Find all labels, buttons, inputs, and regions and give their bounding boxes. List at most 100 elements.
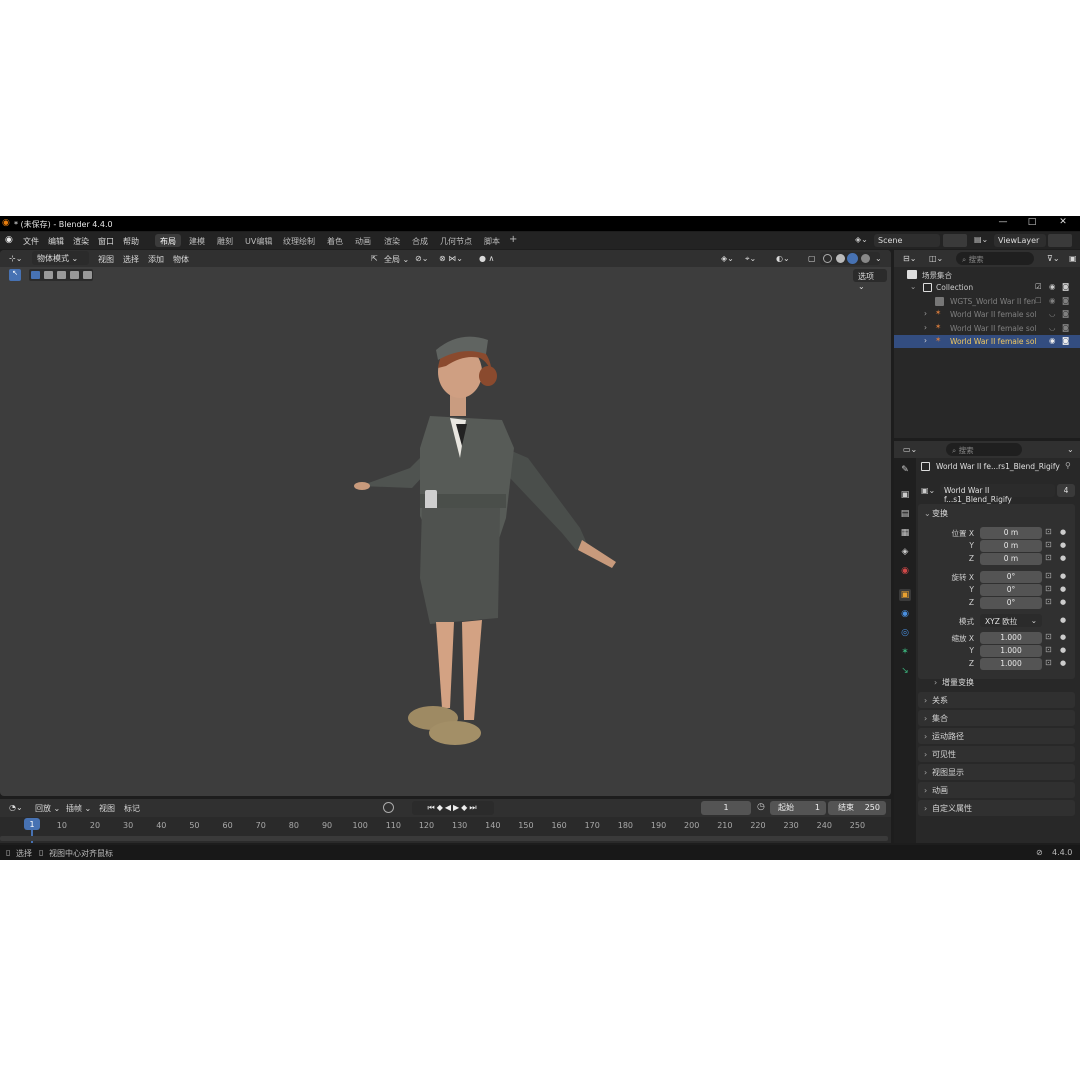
keyframe-dot-icon[interactable]: ●: [1060, 646, 1066, 654]
outliner-editor-icon[interactable]: ⊟⌄: [900, 252, 919, 265]
auto-keying-icon[interactable]: [383, 802, 394, 813]
properties-options-icon[interactable]: ⌄: [1064, 443, 1077, 456]
new-collection-icon[interactable]: ▣: [1066, 252, 1080, 265]
properties-editor[interactable]: ▭⌄ ⌕ 搜索 ⌄ ✎ ▣ ▤ ▦ ◈ ◉ ▣ ◉ ◎ ✶ ↘ World Wa…: [894, 441, 1080, 843]
panel-animation[interactable]: › 动画: [918, 782, 1075, 798]
snap-icon[interactable]: ⊗ ⋈⌄: [436, 252, 466, 265]
eye-icon[interactable]: ◉: [1049, 336, 1056, 345]
tab-rendering[interactable]: 渲染: [379, 234, 405, 247]
menu-timeline-view[interactable]: 视图: [96, 801, 118, 814]
panel-collections[interactable]: › 集合: [918, 710, 1075, 726]
location-y-field[interactable]: 0 m: [980, 540, 1042, 552]
menu-render[interactable]: 渲染: [73, 236, 89, 247]
tab-sculpting[interactable]: 雕刻: [212, 234, 238, 247]
object-browse-icon[interactable]: ▣⌄: [921, 486, 935, 495]
outliner-row-item[interactable]: › ✶ World War II female sol ◡ ◙: [894, 308, 1080, 321]
menu-view[interactable]: 视图: [95, 252, 117, 265]
outliner-row-collection[interactable]: ⌄ Collection ☑ ◉ ◙: [894, 281, 1080, 294]
panel-viewport-display[interactable]: › 视图显示: [918, 764, 1075, 780]
panel-custom-properties[interactable]: › 自定义属性: [918, 800, 1075, 816]
scene-field[interactable]: Scene: [874, 234, 940, 247]
tool-tab-icon[interactable]: ✎: [899, 464, 911, 476]
scale-x-field[interactable]: 1.000: [980, 632, 1042, 644]
options-dropdown[interactable]: 选项 ⌄: [853, 269, 887, 291]
timeline-editor[interactable]: ◔⌄ 回放 ⌄ 插帧 ⌄ 视图 标记 ⏮◆◀▶◆⏭ 1 ◷ 起始 1 结束 250 …: [0, 799, 891, 843]
rendered-shading-icon[interactable]: [861, 254, 870, 263]
start-frame-field[interactable]: 起始 1: [770, 801, 826, 815]
select-intersect-icon[interactable]: [83, 271, 92, 279]
scene-tab-icon[interactable]: ◈: [899, 546, 911, 558]
panel-motion-paths[interactable]: › 运动路径: [918, 728, 1075, 744]
panel-visibility[interactable]: › 可见性: [918, 746, 1075, 762]
eye-icon[interactable]: ◉: [1049, 296, 1056, 305]
character-model[interactable]: [350, 328, 630, 768]
jump-end-icon[interactable]: ⏭: [469, 803, 478, 812]
keyframe-dot-icon[interactable]: ●: [1060, 572, 1066, 580]
keyframe-dot-icon[interactable]: ●: [1060, 659, 1066, 667]
add-workspace-button[interactable]: +: [504, 234, 522, 247]
expand-icon[interactable]: ›: [924, 336, 927, 345]
menu-keying[interactable]: 插帧 ⌄: [63, 801, 94, 814]
display-mode-icon[interactable]: ◫⌄: [926, 252, 946, 265]
properties-search[interactable]: ⌕ 搜索: [946, 443, 1022, 456]
tab-geometry-nodes[interactable]: 几何节点: [435, 234, 477, 247]
tab-scripting[interactable]: 脚本: [479, 234, 505, 247]
menu-playback[interactable]: 回放 ⌄: [32, 801, 63, 814]
camera-icon[interactable]: ◙: [1062, 323, 1069, 332]
select-invert-icon[interactable]: [70, 271, 79, 279]
viewlayer-icon[interactable]: ▤⌄: [974, 235, 988, 244]
stopwatch-icon[interactable]: ◷: [757, 802, 765, 812]
select-extend-icon[interactable]: [44, 271, 53, 279]
rotation-x-field[interactable]: 0°: [980, 571, 1042, 583]
menu-select[interactable]: 选择: [120, 252, 142, 265]
outliner[interactable]: ⊟⌄ ◫⌄ ⌕ 搜索 ⊽⌄ ▣ 场景集合 ⌄ Collection ☑ ◉ ◙ …: [894, 250, 1080, 438]
lock-icon[interactable]: ⊡: [1045, 584, 1052, 593]
expand-icon[interactable]: ›: [924, 309, 927, 318]
filter-icon[interactable]: ⊽⌄: [1044, 252, 1063, 265]
keyframe-dot-icon[interactable]: ●: [1060, 528, 1066, 536]
object-data-name-field[interactable]: World War II f...s1_Blend_Rigify: [940, 484, 1055, 504]
end-frame-field[interactable]: 结束 250: [828, 801, 886, 815]
tab-layout[interactable]: 布局: [155, 234, 181, 247]
pin-icon[interactable]: ⚲: [1065, 461, 1071, 470]
visibility-icon[interactable]: ◈⌄: [718, 252, 737, 265]
tab-compositing[interactable]: 合成: [407, 234, 433, 247]
outliner-row-item-selected[interactable]: › ✶ World War II female sol ◉ ◙: [894, 335, 1080, 348]
current-frame-field[interactable]: 1: [701, 801, 751, 815]
close-button[interactable]: ✕: [1056, 217, 1070, 230]
keyframe-dot-icon[interactable]: ●: [1060, 585, 1066, 593]
material-shading-icon[interactable]: [847, 253, 858, 264]
location-z-field[interactable]: 0 m: [980, 553, 1042, 565]
camera-icon[interactable]: ◙: [1062, 282, 1069, 291]
gizmo-icon[interactable]: ⌖⌄: [742, 252, 759, 265]
viewlayer-field[interactable]: ViewLayer: [994, 234, 1046, 247]
tab-texture-paint[interactable]: 纹理绘制: [278, 234, 320, 247]
orientation-dropdown[interactable]: 全局 ⌄: [381, 252, 412, 265]
mode-dropdown[interactable]: 物体模式 ⌄: [32, 251, 89, 265]
keyframe-dot-icon[interactable]: ●: [1060, 554, 1066, 562]
lock-icon[interactable]: ⊡: [1045, 658, 1052, 667]
view-layer-tab-icon[interactable]: ▦: [899, 527, 911, 539]
eye-closed-icon[interactable]: ◡: [1049, 323, 1056, 332]
menu-object[interactable]: 物体: [170, 252, 192, 265]
lock-icon[interactable]: ⊡: [1045, 553, 1052, 562]
play-icon[interactable]: ▶: [453, 803, 461, 812]
select-subtract-icon[interactable]: [57, 271, 66, 279]
jump-start-icon[interactable]: ⏮: [427, 803, 436, 812]
lock-icon[interactable]: ⊡: [1045, 632, 1052, 641]
panel-relations[interactable]: › 关系: [918, 692, 1075, 708]
object-constraints-tab-icon[interactable]: ✶: [899, 646, 911, 658]
minimize-button[interactable]: —: [996, 217, 1010, 230]
lock-icon[interactable]: ⊡: [1045, 540, 1052, 549]
outliner-search[interactable]: ⌕ 搜索: [956, 252, 1034, 265]
lock-icon[interactable]: ⊡: [1045, 645, 1052, 654]
physics-tab-icon[interactable]: ◎: [899, 627, 911, 639]
item-checkbox[interactable]: ☐: [1035, 296, 1042, 305]
delta-transform-subpanel[interactable]: › 增量变换: [934, 677, 974, 688]
xray-icon[interactable]: ▢: [805, 252, 819, 265]
camera-icon[interactable]: ◙: [1062, 336, 1069, 345]
scale-z-field[interactable]: 1.000: [980, 658, 1042, 670]
menu-add[interactable]: 添加: [145, 252, 167, 265]
keyframe-dot-icon[interactable]: ●: [1060, 598, 1066, 606]
shading-options-icon[interactable]: ⌄: [872, 252, 885, 265]
